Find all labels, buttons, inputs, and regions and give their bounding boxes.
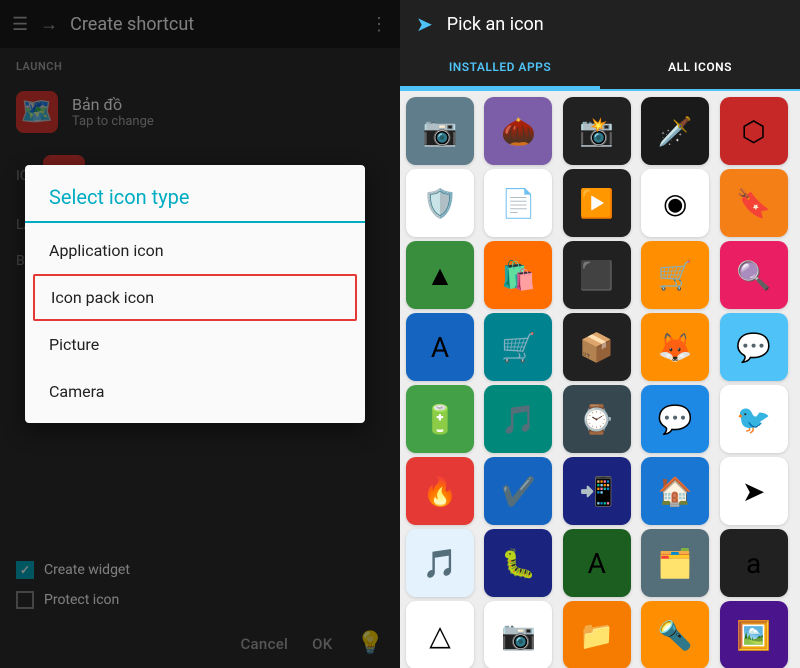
- app-icon-cell-flame[interactable]: 🔥: [406, 457, 474, 525]
- app-icon-cell-music[interactable]: 🎵: [484, 385, 552, 453]
- app-icon-cell-folder-orange[interactable]: 📁: [563, 601, 631, 668]
- app-icon-cell-amazon[interactable]: 📦: [563, 313, 631, 381]
- app-icon-cell-assassin[interactable]: 🗡️: [641, 97, 709, 165]
- app-icon-cell-camera2[interactable]: 📷: [484, 601, 552, 668]
- app-icon-cell-bookmark[interactable]: 🔖: [720, 169, 788, 237]
- app-icon-cell-sticker[interactable]: 💬: [720, 313, 788, 381]
- app-icon-cell-black-cam[interactable]: 📸: [563, 97, 631, 165]
- app-icon-cell-home[interactable]: 🏠: [641, 457, 709, 525]
- app-icon-cell-terminal[interactable]: A: [563, 529, 631, 597]
- app-icon-cell-basket[interactable]: 🛒: [641, 241, 709, 309]
- icon-pack-icon-option[interactable]: Icon pack icon: [33, 274, 357, 321]
- app-icon-cell-bug[interactable]: 🐛: [484, 529, 552, 597]
- app-icon-cell-aliexpress[interactable]: 🛍️: [484, 241, 552, 309]
- app-icon-cell-pdf[interactable]: 📄: [484, 169, 552, 237]
- dialog-title: Select icon type: [25, 165, 365, 223]
- app-icon-cell-shield[interactable]: 🛡️: [406, 169, 474, 237]
- camera-option[interactable]: Camera: [25, 368, 365, 415]
- app-icon-cell-battery[interactable]: 🔋: [406, 385, 474, 453]
- app-icon-cell-photo[interactable]: 🖼️: [720, 601, 788, 668]
- pick-icon-title: Pick an icon: [447, 14, 544, 35]
- select-icon-type-dialog: Select icon type Application icon Icon p…: [25, 165, 365, 423]
- app-icon-cell-arrow[interactable]: ➤: [720, 457, 788, 525]
- app-icon-cell-cart[interactable]: 🛒: [484, 313, 552, 381]
- app-icon-cell-black-rect[interactable]: ⬛: [563, 241, 631, 309]
- app-icon-cell-a-round[interactable]: a: [720, 529, 788, 597]
- app-icon-cell-fox[interactable]: 🦊: [641, 313, 709, 381]
- app-icon-cell-letter-a[interactable]: A: [406, 313, 474, 381]
- app-icon-cell-music-blue[interactable]: 🎵: [406, 529, 474, 597]
- right-header: ➤ Pick an icon: [400, 0, 800, 48]
- app-icon-cell-search[interactable]: 🔍: [720, 241, 788, 309]
- dialog-overlay: Select icon type Application icon Icon p…: [0, 0, 400, 668]
- app-icon-cell-watch[interactable]: ⌚: [563, 385, 631, 453]
- left-panel: ☰ → Create shortcut ⋮ LAUNCH 🗺️ Bản đồ T…: [0, 0, 400, 668]
- app-icon-cell-drive[interactable]: △: [406, 601, 474, 668]
- app-icon-cell-folder-gray[interactable]: 🗂️: [641, 529, 709, 597]
- picture-option[interactable]: Picture: [25, 321, 365, 368]
- tab-installed-apps[interactable]: INSTALLED APPS: [400, 48, 600, 89]
- app-icon-cell-acorn[interactable]: 🌰: [484, 97, 552, 165]
- right-panel: ➤ Pick an icon INSTALLED APPS ALL ICONS …: [400, 0, 800, 668]
- pick-icon-arrow: ➤: [416, 12, 433, 36]
- tab-all-icons[interactable]: ALL ICONS: [600, 48, 800, 89]
- icons-grid: 📷🌰📸🗡️⬡🛡️📄▶️◉🔖▲🛍️⬛🛒🔍A🛒📦🦊💬🔋🎵⌚💬🐦🔥✔️📲🏠➤🎵🐛A🗂️…: [400, 91, 800, 668]
- app-icon-cell-hex-red[interactable]: ⬡: [720, 97, 788, 165]
- app-icon-cell-circle[interactable]: ◉: [641, 169, 709, 237]
- app-icon-cell-video[interactable]: ▶️: [563, 169, 631, 237]
- app-icon-cell-check[interactable]: ✔️: [484, 457, 552, 525]
- application-icon-option[interactable]: Application icon: [25, 227, 365, 274]
- app-icon-cell-message[interactable]: 💬: [641, 385, 709, 453]
- app-icon-cell-angry-bird[interactable]: 🐦: [720, 385, 788, 453]
- app-icon-cell-camera[interactable]: 📷: [406, 97, 474, 165]
- app-icon-cell-fdroid[interactable]: 📲: [563, 457, 631, 525]
- app-icon-cell-flashlight[interactable]: 🔦: [641, 601, 709, 668]
- tabs-bar: INSTALLED APPS ALL ICONS: [400, 48, 800, 91]
- app-icon-cell-triangle[interactable]: ▲: [406, 241, 474, 309]
